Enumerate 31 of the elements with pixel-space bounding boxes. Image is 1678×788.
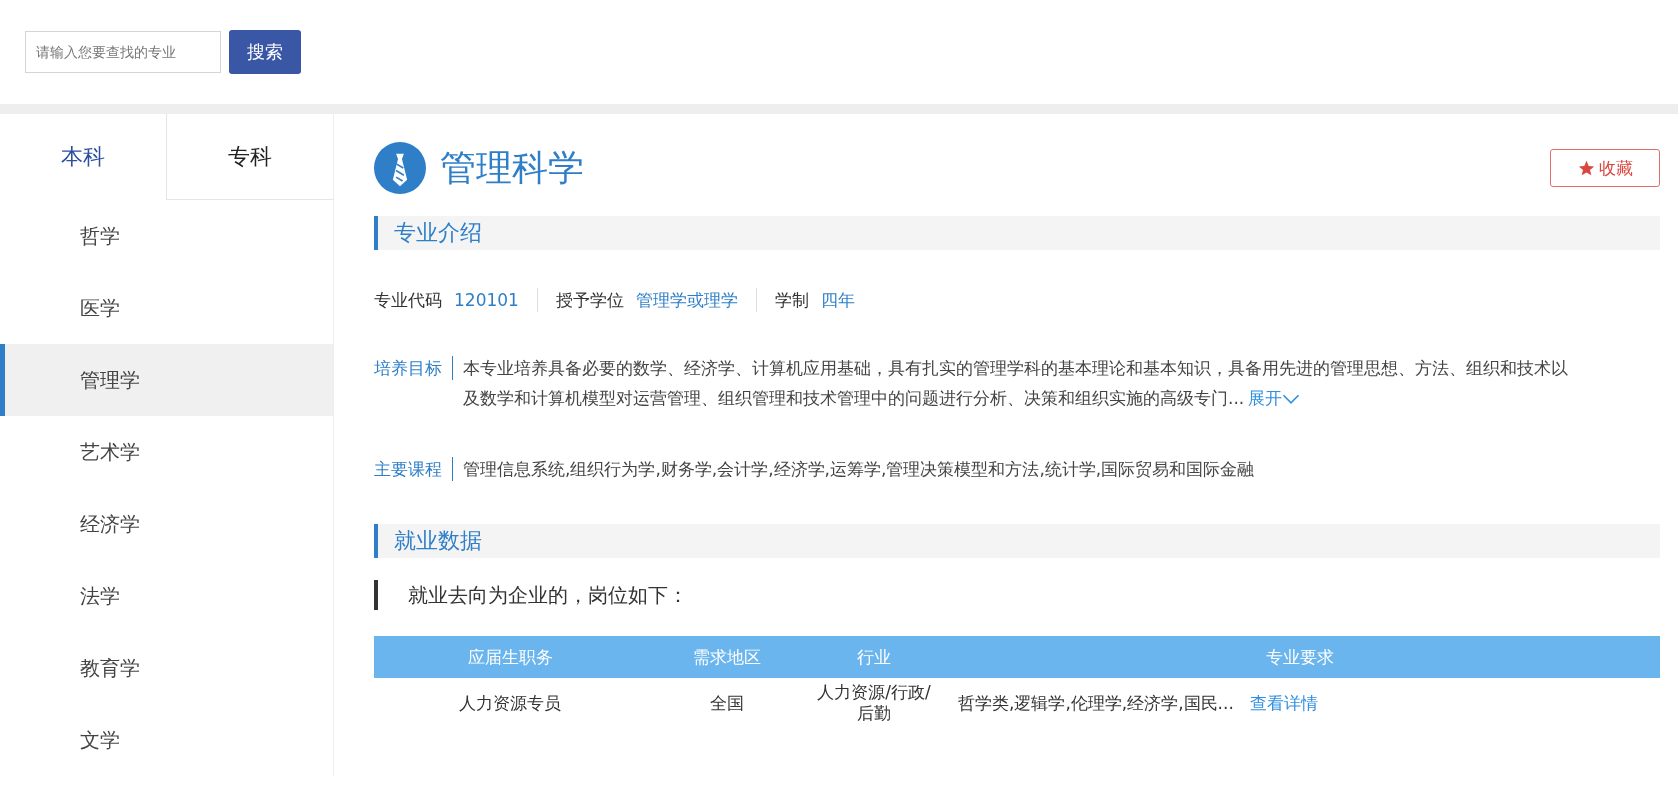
fact-label: 专业代码 <box>374 288 442 312</box>
detail-text: 本专业培养具备必要的数学、经济学、计算机应用基础，具有扎实的管理学科的基本理论和基本知识，具备用先进的管理思想、方法、组织和技术以及数学和计算机模型对运营管理、组织管理和技术管理中的问题进行分析、决策和组织实施的高级专门... 展开 <box>463 357 1569 410</box>
employment-note: 就业去向为企业的，岗位如下： <box>374 580 1660 610</box>
search-button[interactable]: 搜索 <box>229 30 301 74</box>
table-cell: 人力资源/行政/后勤 <box>808 678 940 728</box>
table-cell: 全国 <box>646 678 808 728</box>
fact-value: 120101 <box>454 290 519 310</box>
detail-text: 管理信息系统,组织行为学,财务学,会计学,经济学,运筹学,管理决策模型和方法,统计学,国际贸易和国际金融 <box>463 458 1255 481</box>
column-header: 专业要求 <box>940 636 1660 678</box>
category-tab[interactable]: 专科 <box>166 114 333 200</box>
section-heading: 就业数据 <box>374 524 1660 558</box>
fact-label: 授予学位 <box>555 288 624 312</box>
fact-value: 管理学或理学 <box>635 288 738 312</box>
sidebar-item[interactable]: 管理学 <box>0 344 333 416</box>
table-cell: 人力资源专员 <box>374 678 646 728</box>
favorite-button[interactable]: 收藏 <box>1550 149 1660 187</box>
fact-value: 四年 <box>820 288 855 312</box>
fact-label: 学制 <box>774 288 809 312</box>
details-link[interactable]: 查看详情 <box>1249 692 1318 713</box>
necktie-icon <box>374 142 426 194</box>
search-field[interactable]: 请输入您要查找的专业 <box>25 31 221 73</box>
section-heading: 专业介绍 <box>374 216 1660 250</box>
major-title: 管理科学 <box>440 145 585 190</box>
column-header: 需求地区 <box>646 636 808 678</box>
column-header: 行业 <box>808 636 940 678</box>
column-header: 应届生职务 <box>374 636 646 678</box>
star-icon <box>1577 159 1595 177</box>
chevron-down-icon <box>1282 394 1301 404</box>
detail-label: 主要课程 <box>374 457 453 481</box>
detail-label: 培养目标 <box>374 356 453 380</box>
table-cell: 哲学类,逻辑学,伦理学,经济学,国民... <box>958 692 1234 713</box>
